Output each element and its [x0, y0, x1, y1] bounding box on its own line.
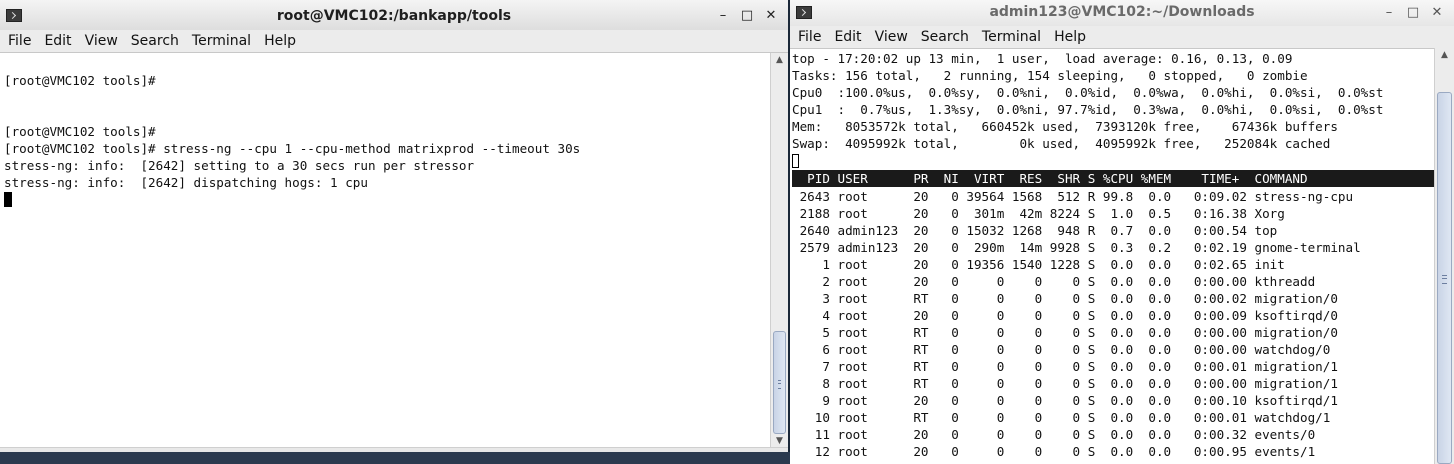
process-row: 11 root 20 0 0 0 0 S 0.0 0.0 0:00.32 eve…: [792, 427, 1316, 442]
scroll-up-icon[interactable]: ▲: [1435, 48, 1454, 62]
text-cursor: [4, 192, 12, 207]
process-row: 12 root 20 0 0 0 0 S 0.0 0.0 0:00.95 eve…: [792, 444, 1316, 459]
menu-edit[interactable]: Edit: [826, 26, 866, 48]
text-cursor: [792, 154, 799, 168]
menu-edit[interactable]: Edit: [36, 30, 76, 52]
process-row: 6 root RT 0 0 0 0 S 0.0 0.0 0:00.00 watc…: [792, 342, 1331, 357]
process-row: 2643 root 20 0 39564 1568 512 R 99.8 0.0…: [792, 189, 1354, 204]
top-summary-line: top - 17:20:02 up 13 min, 1 user, load a…: [792, 51, 1293, 66]
close-button[interactable]: ✕: [760, 0, 782, 32]
menu-search[interactable]: Search: [123, 30, 184, 52]
top-summary-line: Cpu1 : 0.7%us, 1.3%sy, 0.0%ni, 97.7%id, …: [792, 102, 1384, 117]
process-row: 2 root 20 0 0 0 0 S 0.0 0.0 0:00.00 kthr…: [792, 274, 1316, 289]
process-row: 3 root RT 0 0 0 0 S 0.0 0.0 0:00.02 migr…: [792, 291, 1338, 306]
maximize-button[interactable]: □: [736, 0, 758, 32]
terminal-output[interactable]: [root@VMC102 tools]# [root@VMC102 tools]…: [0, 55, 770, 448]
process-table-header: PID USER PR NI VIRT RES SHR S %CPU %MEM …: [792, 170, 1434, 187]
process-row: 1 root 20 0 19356 1540 1228 S 0.0 0.0 0:…: [792, 257, 1285, 272]
top-summary-line: Cpu0 :100.0%us, 0.0%sy, 0.0%ni, 0.0%id, …: [792, 85, 1384, 100]
desktop-strip: [0, 452, 790, 464]
vertical-scrollbar[interactable]: ▲ ▼: [770, 53, 788, 448]
menu-terminal[interactable]: Terminal: [184, 30, 256, 52]
scroll-down-icon[interactable]: ▼: [771, 434, 788, 448]
minimize-button[interactable]: –: [1378, 0, 1400, 26]
minimize-button[interactable]: –: [712, 0, 734, 32]
menu-bar: File Edit View Search Terminal Help: [790, 26, 1454, 49]
maximize-button[interactable]: □: [1402, 0, 1424, 26]
menu-view[interactable]: View: [77, 30, 123, 52]
terminal-window-left[interactable]: root@VMC102:/bankapp/tools – □ ✕ File Ed…: [0, 0, 788, 464]
vertical-scrollbar[interactable]: ▲: [1434, 48, 1454, 464]
menu-view[interactable]: View: [867, 26, 913, 48]
process-row: 5 root RT 0 0 0 0 S 0.0 0.0 0:00.00 migr…: [792, 325, 1338, 340]
process-row: 8 root RT 0 0 0 0 S 0.0 0.0 0:00.00 migr…: [792, 376, 1338, 391]
process-row: 9 root 20 0 0 0 0 S 0.0 0.0 0:00.10 ksof…: [792, 393, 1338, 408]
title-bar[interactable]: admin123@VMC102:~/Downloads – □ ✕: [790, 0, 1454, 27]
window-title: admin123@VMC102:~/Downloads: [989, 4, 1255, 20]
menu-file[interactable]: File: [790, 26, 826, 48]
menu-search[interactable]: Search: [913, 26, 974, 48]
menu-file[interactable]: File: [0, 30, 36, 52]
process-row: 2640 admin123 20 0 15032 1268 948 R 0.7 …: [792, 223, 1278, 238]
close-button[interactable]: ✕: [1426, 0, 1448, 26]
scroll-up-icon[interactable]: ▲: [771, 53, 788, 67]
terminal-line: [root@VMC102 tools]#: [4, 73, 156, 88]
process-row: 10 root RT 0 0 0 0 S 0.0 0.0 0:00.01 wat…: [792, 410, 1331, 425]
process-row: 7 root RT 0 0 0 0 S 0.0 0.0 0:00.01 migr…: [792, 359, 1338, 374]
process-row: 4 root 20 0 0 0 0 S 0.0 0.0 0:00.09 ksof…: [792, 308, 1338, 323]
terminal-line: stress-ng: info: [2642] dispatching hogs…: [4, 175, 368, 190]
menu-terminal[interactable]: Terminal: [974, 26, 1046, 48]
terminal-line: stress-ng: info: [2642] setting to a 30 …: [4, 158, 475, 173]
top-output[interactable]: top - 17:20:02 up 13 min, 1 user, load a…: [790, 50, 1434, 464]
top-summary-line: Mem: 8053572k total, 660452k used, 73931…: [792, 119, 1338, 134]
top-summary-line: Tasks: 156 total, 2 running, 154 sleepin…: [792, 68, 1308, 83]
process-row: 2188 root 20 0 301m 42m 8224 S 1.0 0.5 0…: [792, 206, 1285, 221]
top-summary-line: Swap: 4095992k total, 0k used, 4095992k …: [792, 136, 1331, 151]
scroll-thumb[interactable]: [773, 331, 786, 434]
menu-bar: File Edit View Search Terminal Help: [0, 30, 788, 53]
terminal-line: [root@VMC102 tools]#: [4, 124, 156, 139]
process-row: 2579 admin123 20 0 290m 14m 9928 S 0.3 0…: [792, 240, 1361, 255]
terminal-window-right[interactable]: admin123@VMC102:~/Downloads – □ ✕ File E…: [790, 0, 1454, 464]
terminal-line: [root@VMC102 tools]# stress-ng --cpu 1 -…: [4, 141, 581, 156]
menu-help[interactable]: Help: [1046, 26, 1091, 48]
menu-help[interactable]: Help: [256, 30, 301, 52]
window-title: root@VMC102:/bankapp/tools: [276, 8, 512, 24]
title-bar[interactable]: root@VMC102:/bankapp/tools – □ ✕: [0, 0, 788, 33]
scroll-thumb[interactable]: [1437, 92, 1452, 464]
